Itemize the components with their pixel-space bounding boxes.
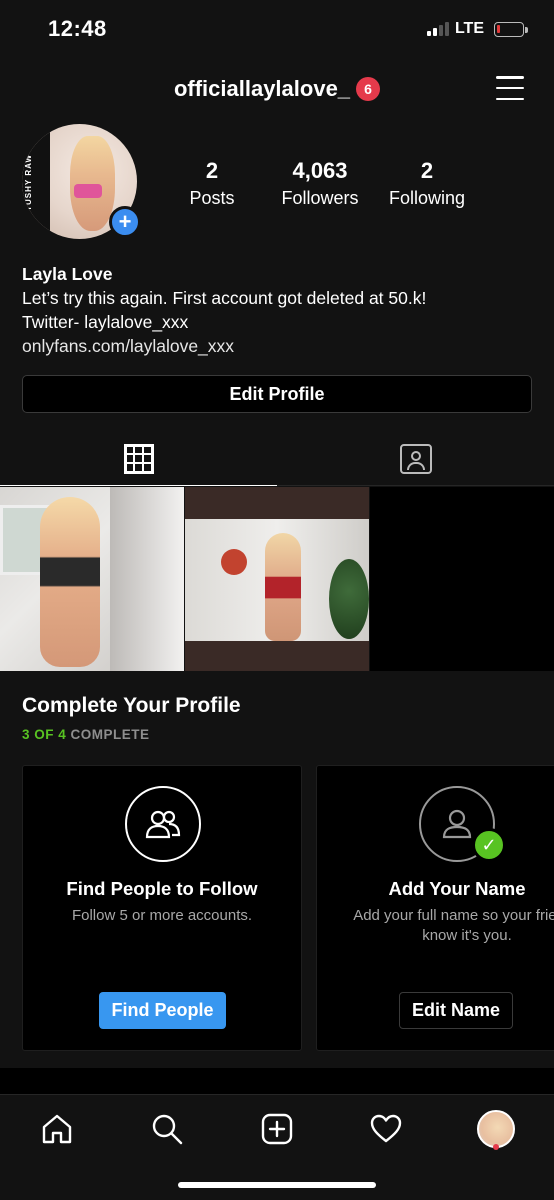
profile-avatar[interactable] xyxy=(476,1109,516,1149)
profile-name: Layla Love xyxy=(22,264,113,284)
find-people-button[interactable]: Find People xyxy=(99,992,226,1029)
card-description: Add your full name so your friends know … xyxy=(353,907,554,944)
followers-count[interactable]: 4,063 Followers xyxy=(268,158,372,209)
people-icon xyxy=(125,786,201,862)
find-people-card: Find People to Follow Follow 5 or more a… xyxy=(22,765,302,1051)
add-name-card: ✓ Add Your Name Add your full name so yo… xyxy=(316,765,554,1051)
profile-header: officiallaylalove_ 6 xyxy=(0,66,554,114)
bio-line: Twitter- laylalove_xxx xyxy=(22,312,189,332)
edit-profile-button[interactable]: Edit Profile xyxy=(22,375,532,413)
heart-icon[interactable] xyxy=(366,1109,406,1149)
nav-avatar xyxy=(477,1110,515,1148)
status-indicators: LTE xyxy=(426,20,528,38)
network-label: LTE xyxy=(454,20,484,37)
checkmark-icon: ✓ xyxy=(472,828,506,862)
signal-icon xyxy=(426,22,449,36)
grid-icon xyxy=(123,443,154,474)
progress-count: 3 OF 4 xyxy=(22,727,67,742)
tagged-person-icon xyxy=(399,443,432,474)
plus-icon[interactable]: + xyxy=(109,206,141,238)
posts-grid xyxy=(0,487,554,671)
battery-icon xyxy=(494,21,528,37)
card-title: Find People to Follow xyxy=(66,878,258,899)
username[interactable]: officiallaylalove_ xyxy=(174,76,350,102)
card-title: Add Your Name xyxy=(388,878,526,899)
status-time: 12:48 xyxy=(48,16,107,41)
account-switcher[interactable]: officiallaylalove_ 6 xyxy=(0,76,554,102)
notification-badge: 6 xyxy=(356,77,381,101)
following-count[interactable]: 2 Following xyxy=(380,158,474,209)
posts-count[interactable]: 2 Posts xyxy=(172,158,252,209)
status-bar: 12:48 LTE xyxy=(0,0,554,62)
hamburger-menu-icon[interactable] xyxy=(496,76,524,100)
edit-name-button[interactable]: Edit Name xyxy=(399,992,513,1029)
avatar-logo-text: TUSHY RAW xyxy=(24,154,33,211)
complete-profile-progress: 3 OF 4 COMPLETE xyxy=(22,727,150,742)
bio-line: Let’s try this again. First account got … xyxy=(22,288,427,308)
tab-tagged[interactable] xyxy=(277,432,554,486)
post-thumbnail-empty xyxy=(370,487,554,671)
card-description: Follow 5 or more accounts. xyxy=(71,907,253,924)
posts-label: Posts xyxy=(189,188,235,208)
home-icon[interactable] xyxy=(37,1109,77,1149)
followers-value: 4,063 xyxy=(292,158,348,183)
post-thumbnail[interactable] xyxy=(0,487,184,671)
profile-tabs xyxy=(0,432,554,486)
add-post-icon[interactable] xyxy=(257,1109,297,1149)
bio: Layla Love Let’s try this again. First a… xyxy=(22,262,542,358)
following-value: 2 xyxy=(420,158,434,183)
activity-dot xyxy=(493,1144,499,1150)
bio-link[interactable]: onlyfans.com/laylalove_xxx xyxy=(22,334,542,358)
posts-value: 2 xyxy=(205,158,219,183)
post-thumbnail[interactable] xyxy=(185,487,369,671)
followers-label: Followers xyxy=(281,188,359,208)
tab-grid[interactable] xyxy=(0,432,277,486)
progress-suffix: COMPLETE xyxy=(66,727,150,742)
complete-profile-title: Complete Your Profile xyxy=(22,694,241,717)
home-indicator[interactable] xyxy=(178,1182,376,1188)
search-icon[interactable] xyxy=(147,1109,187,1149)
following-label: Following xyxy=(388,188,466,208)
section-divider xyxy=(0,1068,554,1094)
